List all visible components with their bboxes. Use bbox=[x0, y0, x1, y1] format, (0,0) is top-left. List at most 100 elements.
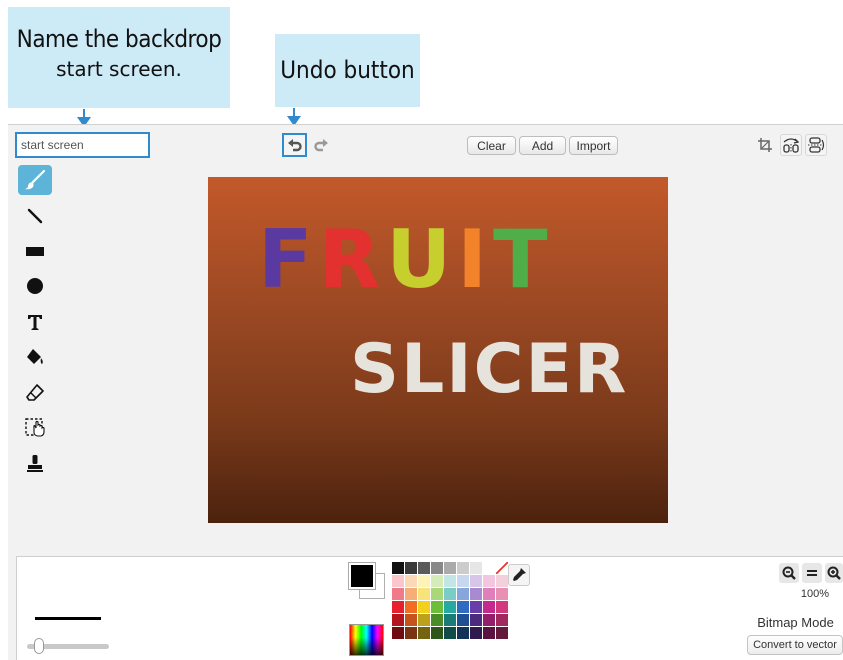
eyedropper-icon bbox=[513, 568, 526, 581]
palette-swatch[interactable] bbox=[470, 627, 482, 639]
palette-swatch[interactable] bbox=[444, 575, 456, 587]
palette-swatch[interactable] bbox=[496, 588, 508, 600]
line-width-slider-knob[interactable] bbox=[34, 638, 44, 654]
palette-swatch[interactable] bbox=[444, 588, 456, 600]
costume-name-input[interactable] bbox=[15, 132, 150, 158]
palette-swatch[interactable] bbox=[418, 601, 430, 613]
import-button[interactable]: Import bbox=[569, 136, 618, 155]
brush-tool[interactable] bbox=[18, 165, 52, 195]
palette-swatch[interactable] bbox=[444, 627, 456, 639]
palette-swatch[interactable] bbox=[392, 588, 404, 600]
palette-swatch[interactable] bbox=[444, 614, 456, 626]
convert-to-vector-button[interactable]: Convert to vector bbox=[747, 635, 843, 655]
palette-swatch[interactable] bbox=[470, 614, 482, 626]
zoom-in-icon bbox=[827, 566, 841, 580]
color-palette bbox=[392, 562, 508, 639]
undo-button[interactable] bbox=[282, 133, 307, 157]
redo-button[interactable] bbox=[310, 134, 332, 156]
primary-color-swatch[interactable] bbox=[349, 563, 375, 589]
canvas-artwork: FRUIT SLICER bbox=[258, 213, 626, 409]
bitmap-mode-label: Bitmap Mode bbox=[757, 615, 834, 630]
eraser-icon bbox=[26, 384, 44, 401]
flip-vertical-icon bbox=[808, 137, 825, 153]
palette-swatch[interactable] bbox=[470, 588, 482, 600]
palette-swatch[interactable] bbox=[431, 627, 443, 639]
zoom-out-button[interactable] bbox=[779, 563, 799, 583]
line-tool[interactable] bbox=[18, 201, 52, 231]
palette-swatch[interactable] bbox=[496, 614, 508, 626]
transparent-swatch[interactable] bbox=[496, 562, 508, 574]
palette-swatch[interactable] bbox=[470, 575, 482, 587]
ellipse-tool[interactable] bbox=[18, 271, 52, 301]
palette-swatch[interactable] bbox=[457, 575, 469, 587]
rectangle-icon bbox=[26, 247, 44, 256]
palette-swatch[interactable] bbox=[470, 601, 482, 613]
palette-swatch[interactable] bbox=[431, 601, 443, 613]
palette-swatch[interactable] bbox=[431, 575, 443, 587]
flip-vertical-button[interactable] bbox=[805, 134, 827, 156]
zoom-reset-icon bbox=[807, 570, 817, 576]
palette-swatch[interactable] bbox=[483, 627, 495, 639]
palette-swatch[interactable] bbox=[405, 588, 417, 600]
palette-swatch[interactable] bbox=[405, 614, 417, 626]
palette-swatch[interactable] bbox=[457, 614, 469, 626]
palette-swatch[interactable] bbox=[392, 627, 404, 639]
palette-swatch[interactable] bbox=[418, 614, 430, 626]
palette-swatch[interactable] bbox=[418, 588, 430, 600]
palette-swatch[interactable] bbox=[470, 562, 482, 574]
palette-swatch[interactable] bbox=[483, 562, 495, 574]
rectangle-tool[interactable] bbox=[18, 236, 52, 266]
fill-tool[interactable] bbox=[18, 342, 52, 372]
palette-swatch[interactable] bbox=[392, 614, 404, 626]
fruit-letter-r: R bbox=[319, 213, 387, 306]
palette-swatch[interactable] bbox=[444, 562, 456, 574]
palette-swatch[interactable] bbox=[431, 562, 443, 574]
redo-icon bbox=[314, 139, 328, 152]
line-icon bbox=[27, 208, 43, 224]
palette-swatch[interactable] bbox=[418, 575, 430, 587]
palette-swatch[interactable] bbox=[457, 601, 469, 613]
eraser-tool[interactable] bbox=[18, 378, 52, 408]
select-tool[interactable] bbox=[18, 413, 52, 443]
palette-swatch[interactable] bbox=[431, 614, 443, 626]
palette-swatch[interactable] bbox=[431, 588, 443, 600]
line-width-preview bbox=[35, 617, 101, 620]
palette-swatch[interactable] bbox=[392, 562, 404, 574]
palette-swatch[interactable] bbox=[405, 601, 417, 613]
drawing-canvas[interactable]: FRUIT SLICER bbox=[208, 177, 668, 523]
zoom-reset-button[interactable] bbox=[802, 563, 822, 583]
callout-undo-button: Undo button bbox=[275, 34, 420, 107]
palette-swatch[interactable] bbox=[483, 614, 495, 626]
palette-swatch[interactable] bbox=[496, 575, 508, 587]
palette-swatch[interactable] bbox=[457, 562, 469, 574]
palette-swatch[interactable] bbox=[483, 588, 495, 600]
palette-swatch[interactable] bbox=[483, 575, 495, 587]
palette-swatch[interactable] bbox=[418, 562, 430, 574]
flip-horizontal-button[interactable] bbox=[780, 134, 802, 156]
palette-swatch[interactable] bbox=[483, 601, 495, 613]
palette-swatch[interactable] bbox=[444, 601, 456, 613]
clear-button[interactable]: Clear bbox=[467, 136, 516, 155]
fruit-letter-i: I bbox=[457, 213, 493, 306]
palette-swatch[interactable] bbox=[392, 601, 404, 613]
text-tool[interactable] bbox=[18, 307, 52, 337]
stamp-tool[interactable] bbox=[18, 449, 52, 479]
color-spectrum-picker[interactable] bbox=[349, 624, 384, 656]
zoom-out-icon bbox=[782, 566, 796, 580]
fruit-letter-f: F bbox=[258, 213, 319, 306]
palette-swatch[interactable] bbox=[496, 627, 508, 639]
add-button[interactable]: Add bbox=[519, 136, 566, 155]
paint-bucket-icon bbox=[27, 349, 43, 364]
eyedropper-button[interactable] bbox=[508, 564, 530, 586]
palette-swatch[interactable] bbox=[418, 627, 430, 639]
palette-swatch[interactable] bbox=[457, 588, 469, 600]
palette-swatch[interactable] bbox=[405, 627, 417, 639]
palette-swatch[interactable] bbox=[405, 575, 417, 587]
palette-swatch[interactable] bbox=[405, 562, 417, 574]
callout-line-1: Name the backdrop bbox=[16, 25, 222, 53]
crop-button[interactable] bbox=[754, 134, 776, 156]
palette-swatch[interactable] bbox=[392, 575, 404, 587]
zoom-in-button[interactable] bbox=[825, 563, 843, 583]
palette-swatch[interactable] bbox=[496, 601, 508, 613]
palette-swatch[interactable] bbox=[457, 627, 469, 639]
